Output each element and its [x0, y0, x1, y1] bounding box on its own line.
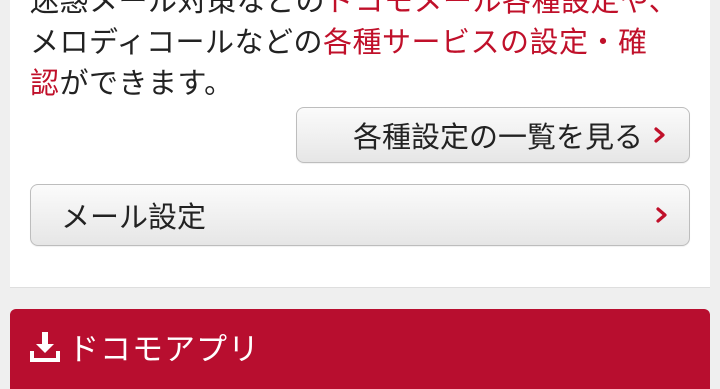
intro-text: 迷惑メール対策などのドコモメール各種設定や、 メロディコールなどの各種サービスの設…	[30, 0, 710, 104]
settings-card: 迷惑メール対策などのドコモメール各種設定や、 メロディコールなどの各種サービスの設…	[10, 0, 710, 288]
docomo-app-header[interactable]: ドコモアプリ	[10, 309, 710, 389]
settings-list-label: 各種設定の一覧を見る	[352, 120, 643, 154]
settings-list-button[interactable]: 各種設定の一覧を見る	[296, 107, 690, 163]
mail-settings-label: メール設定	[61, 200, 207, 234]
docomo-mail-settings-link[interactable]: ドコモメール各種設定や、	[325, 0, 678, 18]
docomo-app-title: ドコモアプリ	[68, 331, 260, 368]
download-icon	[28, 329, 62, 363]
intro-line3-text: ができます。	[59, 66, 234, 100]
chevron-right-icon	[653, 127, 667, 143]
mail-settings-button[interactable]: メール設定	[30, 184, 690, 246]
service-settings-link-cont[interactable]: 認	[30, 66, 60, 100]
intro-line2-text: メロディコールなどの	[30, 25, 323, 59]
chevron-right-icon	[655, 207, 669, 223]
intro-line1-text: 迷惑メール対策などの	[30, 0, 326, 18]
service-settings-link[interactable]: 各種サービスの設定・確	[323, 25, 648, 59]
